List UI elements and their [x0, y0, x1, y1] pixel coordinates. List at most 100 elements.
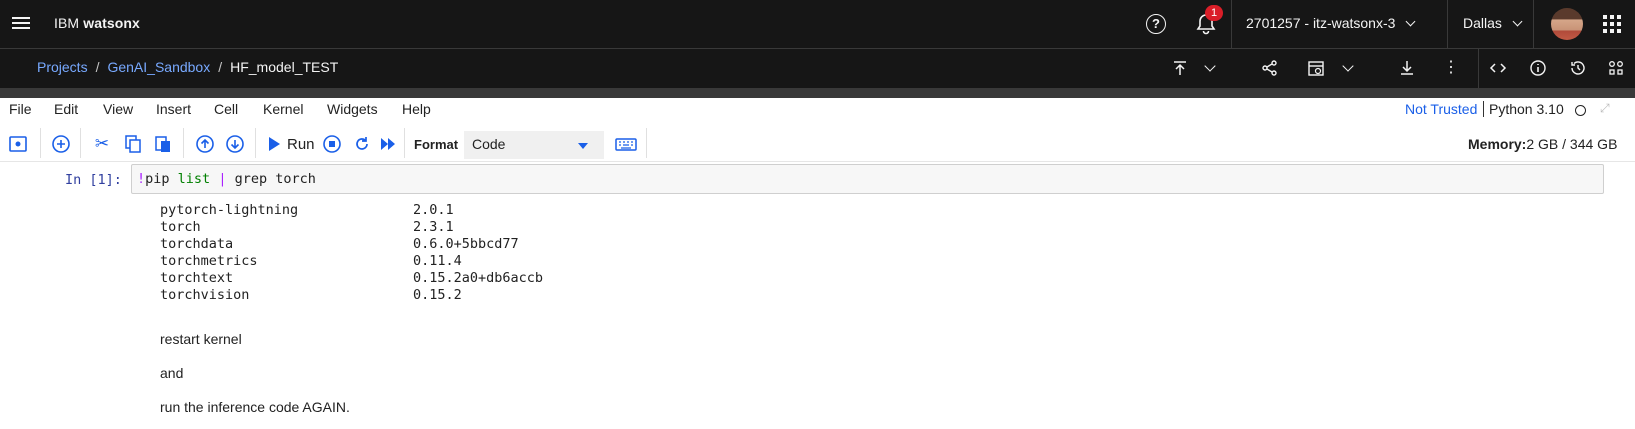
save-checkpoint-icon[interactable] — [8, 134, 28, 154]
code-token-bang: ! — [137, 171, 146, 187]
code-token-pipe: | — [218, 171, 227, 187]
code-token-keyword: list — [177, 171, 211, 187]
menu-insert[interactable]: Insert — [156, 101, 191, 117]
caret-down-icon — [578, 143, 588, 149]
fullscreen-expand-icon[interactable]: ⤢ — [1600, 101, 1614, 115]
breadcrumb-separator: / — [218, 59, 223, 75]
memory-usage: Memory:2 GB / 344 GB — [1468, 136, 1617, 152]
memory-value: 2 GB / 344 GB — [1526, 136, 1618, 152]
output-package: torch — [160, 219, 201, 235]
notification-badge: 1 — [1205, 5, 1223, 21]
output-package: torchvision — [160, 287, 250, 303]
format-label: Format — [414, 137, 459, 152]
menu-help[interactable]: Help — [402, 101, 431, 117]
menu-widgets[interactable]: Widgets — [327, 101, 378, 117]
info-icon[interactable] — [1528, 58, 1548, 78]
move-cell-up-icon[interactable] — [195, 134, 215, 154]
notebook-menubar: File Edit View Insert Cell Kernel Widget… — [0, 98, 1635, 122]
code-snippets-icon[interactable] — [1488, 58, 1508, 78]
markdown-line: restart kernel — [160, 331, 242, 347]
restart-kernel-icon[interactable] — [352, 134, 372, 154]
markdown-line: and — [160, 365, 184, 381]
region-label: Dallas — [1463, 15, 1502, 31]
publish-icon[interactable] — [1170, 58, 1190, 78]
kernel-idle-indicator-icon — [1575, 105, 1586, 116]
header-divider — [1447, 0, 1448, 48]
output-package: pytorch-lightning — [160, 202, 299, 218]
menu-cell[interactable]: Cell — [214, 101, 238, 117]
kernel-name: Python 3.10 — [1483, 101, 1564, 117]
account-label: 2701257 - itz-watsonx-3 — [1246, 15, 1396, 31]
memory-label: Memory: — [1468, 136, 1527, 152]
brand-prefix: IBM — [54, 15, 80, 31]
move-cell-down-icon[interactable] — [225, 134, 245, 154]
code-token-rest: grep torch — [234, 171, 316, 187]
run-button[interactable]: Run — [287, 136, 315, 153]
output-package: torchdata — [160, 236, 234, 252]
cell-type-select[interactable]: Code — [464, 131, 604, 159]
breadcrumb-current: HF_model_TEST — [230, 59, 339, 75]
toolbar-separator — [183, 128, 184, 158]
toolbar-divider — [1478, 49, 1479, 89]
region-switcher[interactable]: Dallas — [1463, 15, 1523, 31]
menu-edit[interactable]: Edit — [54, 101, 78, 117]
keyboard-shortcuts-icon[interactable] — [615, 134, 637, 154]
header-divider — [1231, 0, 1232, 48]
share-icon[interactable] — [1260, 58, 1280, 78]
menu-view[interactable]: View — [103, 101, 133, 117]
overflow-menu-icon[interactable]: ⋮ — [1441, 58, 1461, 78]
output-version: 0.15.2a0+db6accb — [413, 270, 544, 286]
interrupt-kernel-icon[interactable] — [322, 134, 342, 154]
notebook-frame-border — [0, 88, 1635, 98]
brand-logo[interactable]: IBM watsonx — [54, 15, 140, 31]
copy-cells-icon[interactable] — [123, 134, 143, 154]
output-version: 0.6.0+5bbcd77 — [413, 236, 519, 252]
chevron-down-icon — [1405, 16, 1416, 27]
account-switcher[interactable]: 2701257 - itz-watsonx-3 — [1246, 15, 1416, 31]
toolbar-separator — [255, 128, 256, 158]
cut-cells-icon[interactable]: ✂ — [92, 134, 112, 154]
run-play-icon[interactable] — [264, 134, 284, 154]
output-version: 0.15.2 — [413, 287, 462, 303]
chevron-down-icon — [1512, 16, 1523, 27]
menu-file[interactable]: File — [9, 101, 32, 117]
global-header: IBM watsonx ? 1 2701257 - itz-watsonx-3 … — [0, 0, 1635, 48]
toolbar-separator — [404, 128, 405, 158]
trust-status-button[interactable]: Not Trusted — [1405, 101, 1477, 117]
menu-kernel[interactable]: Kernel — [263, 101, 303, 117]
header-divider — [1533, 0, 1534, 48]
schedule-job-icon[interactable] — [1306, 58, 1326, 78]
toolbar-separator — [646, 128, 647, 158]
markdown-line: run the inference code AGAIN. — [160, 399, 350, 415]
breadcrumb: Projects / GenAI_Sandbox / HF_model_TEST — [37, 59, 338, 75]
download-icon[interactable] — [1397, 58, 1417, 78]
notebook-toolbar: ✂ Run Format Code Memory:2 GB / 344 GB — [0, 126, 1635, 162]
code-cell-editor[interactable]: !pip list | grep torch — [131, 164, 1604, 194]
app-switcher-icon[interactable] — [1603, 15, 1621, 33]
brand-name: watsonx — [83, 15, 140, 31]
breadcrumb-genai-sandbox[interactable]: GenAI_Sandbox — [107, 59, 210, 75]
version-history-icon[interactable] — [1568, 58, 1588, 78]
breadcrumb-projects[interactable]: Projects — [37, 59, 88, 75]
code-token-cmd: pip — [145, 171, 170, 187]
breadcrumb-separator: / — [95, 59, 100, 75]
user-avatar[interactable] — [1551, 8, 1583, 40]
toolbar-separator — [40, 128, 41, 158]
toolbar-separator — [80, 128, 81, 158]
output-version: 2.3.1 — [413, 219, 454, 235]
hamburger-menu-icon[interactable] — [12, 15, 30, 33]
publish-menu-chevron-icon[interactable] — [1202, 58, 1218, 78]
insert-cell-below-icon[interactable] — [51, 134, 71, 154]
cell-input-prompt: In [1]: — [65, 172, 122, 188]
cell-type-value: Code — [472, 136, 506, 152]
restart-run-all-icon[interactable] — [378, 134, 398, 154]
output-package: torchtext — [160, 270, 234, 286]
schedule-menu-chevron-icon[interactable] — [1340, 58, 1356, 78]
environment-icon[interactable] — [1606, 58, 1626, 78]
output-version: 2.0.1 — [413, 202, 454, 218]
output-version: 0.11.4 — [413, 253, 462, 269]
project-toolbar: Projects / GenAI_Sandbox / HF_model_TEST ⋮ — [0, 48, 1635, 89]
output-package: torchmetrics — [160, 253, 258, 269]
help-icon[interactable]: ? — [1146, 14, 1166, 34]
paste-cells-icon[interactable] — [153, 134, 173, 154]
